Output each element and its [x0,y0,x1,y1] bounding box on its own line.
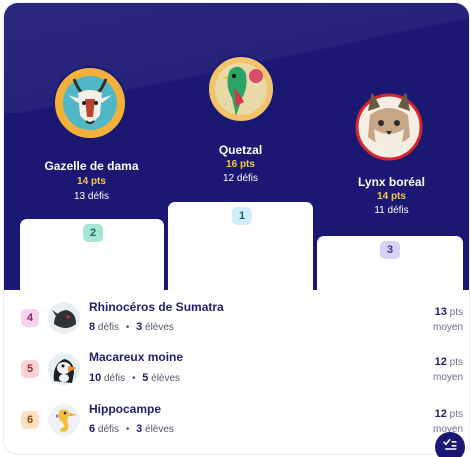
podium-rank-badge-1: 1 [232,207,252,225]
points-label: pts [446,357,463,368]
rhino-avatar [48,302,80,334]
quetzal-avatar[interactable] [206,54,276,124]
podium-rank-badge-3: 3 [380,241,400,259]
podium-step-3: 3 [317,236,463,290]
eleves-label: élèves [142,424,174,435]
podium-panel: Gazelle de dama 14 pts 13 défis Quetzal … [4,3,469,290]
podium-1-defis: 12 défis [222,173,259,184]
podium-1-points: 16 pts [226,159,255,170]
defis-label: défis [101,373,126,384]
points-value: 13 [434,306,447,318]
list-item[interactable]: 4 Rhinocéros de Sumatra 8 défis • 3 élèv… [4,292,469,342]
defis-count: 10 [89,372,102,384]
animal-meta: 8 défis • 3 élèves [89,321,174,333]
average-label: moyen [432,372,463,383]
list-item[interactable]: 5 Macareux moine 10 défis • 5 élèves 12 … [4,343,469,393]
leaderboard-card: Gazelle de dama 14 pts 13 défis Quetzal … [4,3,469,454]
defis-label: défis [95,322,120,333]
seahorse-avatar [48,404,80,436]
defis-label: défis [95,424,120,435]
animal-meta: 10 défis • 5 élèves [89,372,180,384]
points-value: 12 [434,408,447,420]
average-points: 12 pts [435,356,463,368]
rank-badge: 5 [21,360,39,378]
gazelle-avatar[interactable] [52,65,128,141]
animal-name: Rhinocéros de Sumatra [89,300,224,314]
podium-2-defis: 13 défis [73,191,110,202]
podium-step-1: 1 [168,202,313,290]
average-points: 13 pts [435,306,463,318]
puffin-avatar [48,353,80,385]
rank-badge: 6 [21,411,39,429]
podium-rank-badge-2: 2 [83,224,103,242]
podium-step-2: 2 [20,219,164,290]
average-label: moyen [432,322,463,333]
animal-meta: 6 défis • 3 élèves [89,423,174,435]
podium-3-defis: 11 défis [374,205,409,216]
separator-dot: • [125,322,130,333]
podium-1-name: Quetzal [218,143,263,157]
separator-dot: • [131,373,136,384]
rank-badge: 4 [21,309,39,327]
average-points: 12 pts [435,408,463,420]
checklist-icon [442,437,458,457]
podium-2-name: Gazelle de dama [44,159,139,173]
separator-dot: • [125,424,130,435]
podium-2-points: 14 pts [77,176,106,187]
points-value: 12 [434,356,447,368]
checklist-button[interactable] [435,432,465,457]
points-label: pts [446,307,463,318]
lynx-avatar[interactable] [354,89,424,161]
eleves-label: élèves [142,322,174,333]
animal-name: Macareux moine [89,350,184,364]
list-item[interactable]: 6 Hippocampe 6 défis • 3 élèves 12 pts m… [4,394,469,444]
podium-3-name: Lynx boréal [358,175,425,189]
animal-name: Hippocampe [89,402,162,416]
points-label: pts [446,409,463,420]
eleves-label: élèves [148,373,181,384]
podium-3-points: 14 pts [377,191,406,202]
